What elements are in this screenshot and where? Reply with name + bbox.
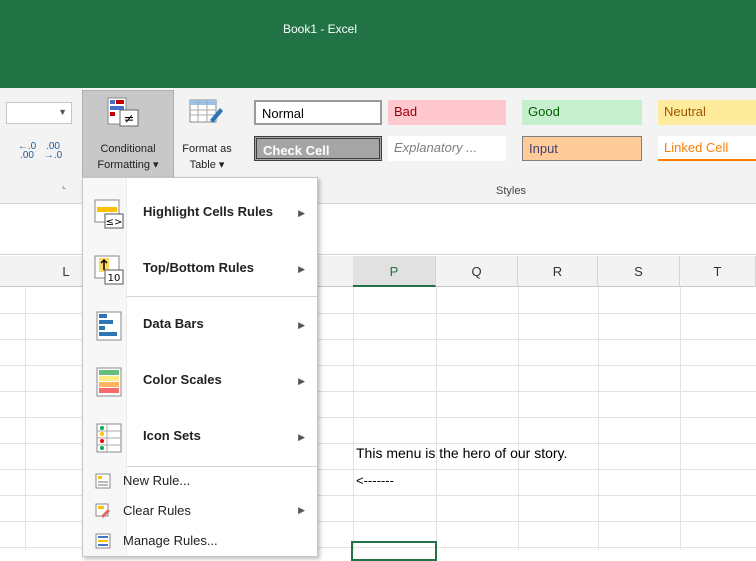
svg-text:10: 10 xyxy=(108,273,121,284)
style-neutral[interactable]: Neutral xyxy=(658,100,756,125)
title-bar: Book1 - Excel xyxy=(0,0,756,88)
menu-item-new-rule[interactable]: New Rule... xyxy=(83,468,317,494)
style-explanatory[interactable]: Explanatory ... xyxy=(388,136,506,161)
fat-label-line1: Format as xyxy=(182,143,232,155)
menu-item-color-scales[interactable]: Color Scales ▶ xyxy=(83,354,317,410)
window-title: Book1 - Excel xyxy=(282,22,358,36)
color-scales-icon xyxy=(96,367,122,397)
style-input[interactable]: Input xyxy=(522,136,642,161)
top-bottom-icon: 10 xyxy=(94,255,124,285)
data-bars-icon xyxy=(96,311,122,341)
chevron-right-icon: ▶ xyxy=(298,432,305,442)
menu-item-highlight-cells-rules[interactable]: ≤> Highlight Cells Rules ▶ xyxy=(83,186,317,242)
cell-p-arrow-text[interactable]: <------- xyxy=(356,473,394,488)
chevron-right-icon: ▶ xyxy=(298,208,305,218)
conditional-formatting-icon: ≠ xyxy=(107,97,139,127)
style-check-cell[interactable]: Check Cell xyxy=(254,136,382,161)
style-good[interactable]: Good xyxy=(522,100,642,125)
icon-sets-icon xyxy=(96,423,122,453)
conditional-formatting-button[interactable]: ≠ Conditional Formatting ▾ xyxy=(82,90,174,178)
column-header-q[interactable]: Q xyxy=(436,256,518,287)
style-bad[interactable]: Bad xyxy=(388,100,506,125)
menu-item-data-bars[interactable]: Data Bars ▶ xyxy=(83,298,317,354)
chevron-right-icon: ▶ xyxy=(298,320,305,330)
style-normal[interactable]: Normal xyxy=(254,100,382,125)
menu-item-top-bottom-rules[interactable]: 10 Top/Bottom Rules ▶ xyxy=(83,242,317,298)
fat-label-line2: Table ▾ xyxy=(189,159,225,171)
dialog-launcher-icon[interactable]: ⌞ xyxy=(62,180,66,191)
column-header-p[interactable]: P xyxy=(353,256,436,287)
chevron-right-icon: ▶ xyxy=(298,505,305,515)
number-format-dropdown[interactable]: ▼ xyxy=(6,102,72,124)
menu-item-icon-sets[interactable]: Icon Sets ▶ xyxy=(83,410,317,466)
cf-label-line1: Conditional xyxy=(100,143,156,155)
menu-separator xyxy=(127,466,317,467)
cf-label-line2: Formatting ▾ xyxy=(97,159,159,171)
chevron-down-icon: ▼ xyxy=(58,107,67,117)
menu-item-manage-rules[interactable]: Manage Rules... xyxy=(83,528,317,554)
style-linked-cell[interactable]: Linked Cell xyxy=(658,136,756,161)
menu-separator xyxy=(127,296,317,297)
active-cell-cursor xyxy=(351,541,437,561)
cell-p-hero-text[interactable]: This menu is the hero of our story. xyxy=(356,445,567,461)
svg-text:≠: ≠ xyxy=(124,112,135,127)
format-as-table-button[interactable]: Format as Table ▾ xyxy=(174,90,240,178)
decrease-decimal-button[interactable]: .00 →.0 xyxy=(40,142,66,161)
menu-item-clear-rules[interactable]: Clear Rules ▶ xyxy=(83,498,317,524)
manage-rules-icon xyxy=(95,533,111,549)
new-rule-icon xyxy=(95,473,111,489)
clear-rules-icon xyxy=(95,503,110,518)
highlight-cells-icon: ≤> xyxy=(94,199,124,229)
styles-group-label: Styles xyxy=(496,185,526,197)
svg-text:≤>: ≤> xyxy=(106,217,123,228)
format-as-table-icon xyxy=(189,99,223,123)
chevron-right-icon: ▶ xyxy=(298,376,305,386)
conditional-formatting-menu: ≤> Highlight Cells Rules ▶ 10 Top/Bottom… xyxy=(82,177,318,557)
column-header-s[interactable]: S xyxy=(598,256,680,287)
column-header-t[interactable]: T xyxy=(680,256,756,287)
increase-decimal-button[interactable]: ←.0 .00 xyxy=(14,142,40,161)
column-header-r[interactable]: R xyxy=(518,256,598,287)
chevron-right-icon: ▶ xyxy=(298,264,305,274)
